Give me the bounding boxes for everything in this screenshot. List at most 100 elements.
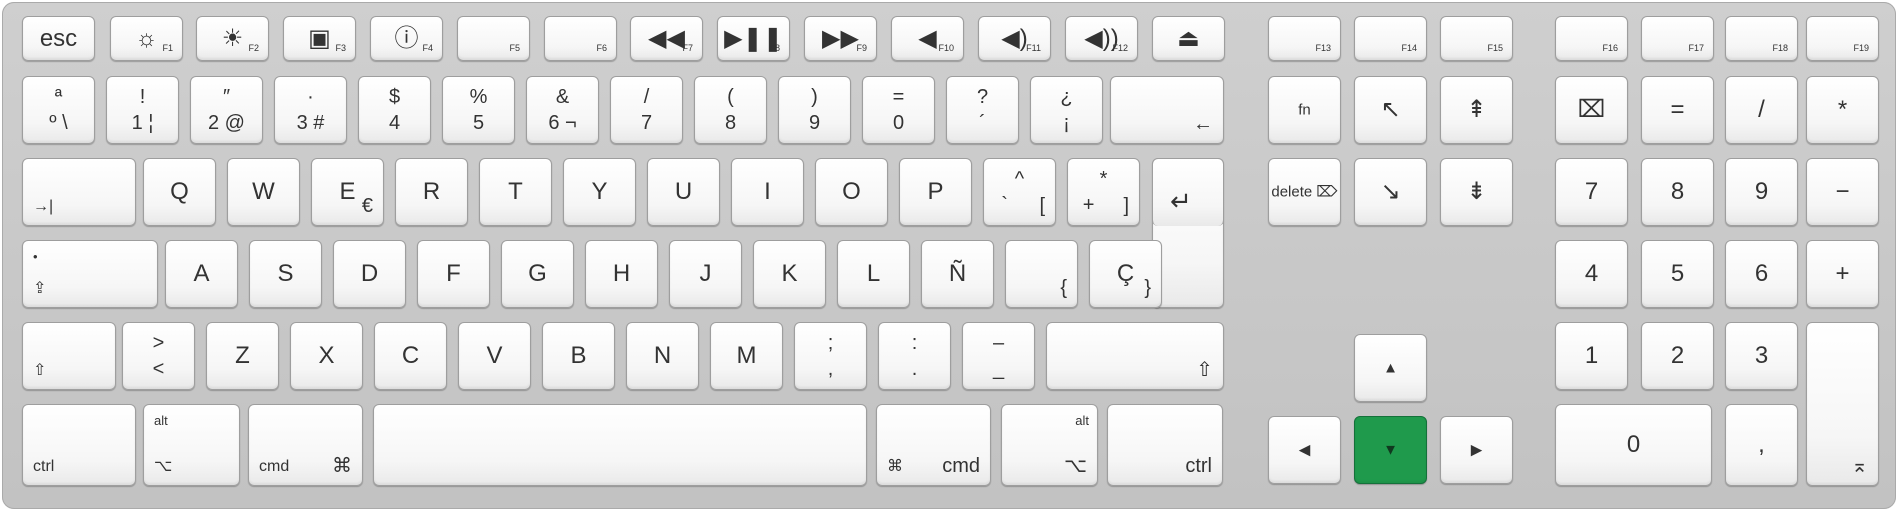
key-f16[interactable]: F16	[1555, 16, 1628, 61]
key-num-minus[interactable]: −	[1806, 158, 1879, 226]
key-num-divide[interactable]: /	[1725, 76, 1798, 144]
key-shift-left[interactable]: ⇧	[22, 322, 116, 390]
key-apostrophe[interactable]: ? ´	[946, 76, 1019, 144]
key-num-9[interactable]: 9	[1725, 158, 1798, 226]
key-delete-forward[interactable]: delete ⌦	[1268, 158, 1341, 226]
key-comma[interactable]: ;,	[794, 322, 867, 390]
key-f19[interactable]: F19	[1806, 16, 1879, 61]
key-brace[interactable]: {	[1005, 240, 1078, 308]
key-f17[interactable]: F17	[1641, 16, 1714, 61]
key-o[interactable]: O	[815, 158, 888, 226]
key-1[interactable]: ! 1 ¦	[106, 76, 179, 144]
key-5[interactable]: % 5	[442, 76, 515, 144]
key-h[interactable]: H	[585, 240, 658, 308]
key-num-multiply[interactable]: *	[1806, 76, 1879, 144]
key-minus[interactable]: – _	[962, 322, 1035, 390]
key-t[interactable]: T	[479, 158, 552, 226]
key-f[interactable]: F	[417, 240, 490, 308]
key-fn[interactable]: fn	[1268, 76, 1341, 144]
key-num-decimal[interactable]: ,	[1725, 404, 1798, 486]
key-num-7[interactable]: 7	[1555, 158, 1628, 226]
key-7[interactable]: /7	[610, 76, 683, 144]
key-tab[interactable]: →|	[22, 158, 136, 226]
key-z[interactable]: Z	[206, 322, 279, 390]
key-num-5[interactable]: 5	[1641, 240, 1714, 308]
key-alt-right[interactable]: alt ⌥	[1001, 404, 1098, 486]
key-home[interactable]: ↖	[1354, 76, 1427, 144]
key-f3[interactable]: ▣ F3	[283, 16, 356, 61]
key-2[interactable]: ″ 2 @	[190, 76, 263, 144]
key-r[interactable]: R	[395, 158, 468, 226]
key-0[interactable]: = 0	[862, 76, 935, 144]
key-n-tilde[interactable]: Ñ	[921, 240, 994, 308]
key-d[interactable]: D	[333, 240, 406, 308]
key-eject[interactable]: ⏏	[1152, 16, 1225, 61]
key-l[interactable]: L	[837, 240, 910, 308]
key-y[interactable]: Y	[563, 158, 636, 226]
key-f9[interactable]: ▶▶ F9	[804, 16, 877, 61]
key-e[interactable]: E €	[311, 158, 384, 226]
key-i[interactable]: I	[731, 158, 804, 226]
key-v[interactable]: V	[458, 322, 531, 390]
key-f10[interactable]: ◀ F10	[891, 16, 964, 61]
key-num-2[interactable]: 2	[1641, 322, 1714, 390]
key-cmd-left[interactable]: cmd ⌘	[248, 404, 363, 486]
key-x[interactable]: X	[290, 322, 363, 390]
key-p[interactable]: P	[899, 158, 972, 226]
key-4[interactable]: $4	[358, 76, 431, 144]
key-k[interactable]: K	[753, 240, 826, 308]
key-f15[interactable]: F15	[1440, 16, 1513, 61]
key-num-6[interactable]: 6	[1725, 240, 1798, 308]
key-plus[interactable]: * +]	[1067, 158, 1140, 226]
key-esc[interactable]: esc	[22, 16, 95, 61]
key-s[interactable]: S	[249, 240, 322, 308]
key-c-cedilla[interactable]: Ç}	[1089, 240, 1162, 308]
key-m[interactable]: M	[710, 322, 783, 390]
key-a[interactable]: A	[165, 240, 238, 308]
key-3[interactable]: · 3 #	[274, 76, 347, 144]
key-arrow-right[interactable]: ▶	[1440, 416, 1513, 484]
key-angle[interactable]: > <	[122, 322, 195, 390]
key-arrow-down[interactable]: ▼	[1354, 416, 1427, 484]
key-page-down[interactable]: ⇟	[1440, 158, 1513, 226]
key-6[interactable]: & 6 ¬	[526, 76, 599, 144]
key-clear[interactable]: ⌧	[1555, 76, 1628, 144]
key-n[interactable]: N	[626, 322, 699, 390]
key-num-4[interactable]: 4	[1555, 240, 1628, 308]
key-num-8[interactable]: 8	[1641, 158, 1714, 226]
key-space[interactable]	[373, 404, 867, 486]
key-f14[interactable]: F14	[1354, 16, 1427, 61]
key-period[interactable]: :.	[878, 322, 951, 390]
key-8[interactable]: (8	[694, 76, 767, 144]
key-f1[interactable]: ☼ F1	[110, 16, 183, 61]
key-arrow-left[interactable]: ◀	[1268, 416, 1341, 484]
key-num-enter[interactable]: ⌅	[1806, 322, 1879, 486]
key-f7[interactable]: ◀◀ F7	[630, 16, 703, 61]
key-u[interactable]: U	[647, 158, 720, 226]
key-j[interactable]: J	[669, 240, 742, 308]
key-grave[interactable]: ^ ` [	[983, 158, 1056, 226]
key-ctrl-right[interactable]: ctrl	[1107, 404, 1223, 486]
key-num-3[interactable]: 3	[1725, 322, 1798, 390]
key-f13[interactable]: F13	[1268, 16, 1341, 61]
key-alt-left[interactable]: alt ⌥	[143, 404, 240, 486]
key-b[interactable]: B	[542, 322, 615, 390]
key-f6[interactable]: F6	[544, 16, 617, 61]
key-f8[interactable]: ▶❚❚ F8	[717, 16, 790, 61]
key-num-0[interactable]: 0	[1555, 404, 1712, 486]
key-inverted-exclamation[interactable]: ¿ ¡	[1030, 76, 1103, 144]
key-shift-right[interactable]: ⇧	[1046, 322, 1224, 390]
key-q[interactable]: Q	[143, 158, 216, 226]
key-backspace[interactable]: ←	[1110, 76, 1224, 144]
key-caps-lock[interactable]: • ⇪	[22, 240, 158, 308]
key-g[interactable]: G	[501, 240, 574, 308]
key-end[interactable]: ↘	[1354, 158, 1427, 226]
key-num-plus[interactable]: +	[1806, 240, 1879, 308]
key-w[interactable]: W	[227, 158, 300, 226]
key-arrow-up[interactable]: ▲	[1354, 334, 1427, 402]
key-page-up[interactable]: ⇞	[1440, 76, 1513, 144]
key-ctrl-left[interactable]: ctrl	[22, 404, 136, 486]
key-cmd-right[interactable]: ⌘ cmd	[876, 404, 991, 486]
key-num-equal[interactable]: =	[1641, 76, 1714, 144]
key-c[interactable]: C	[374, 322, 447, 390]
